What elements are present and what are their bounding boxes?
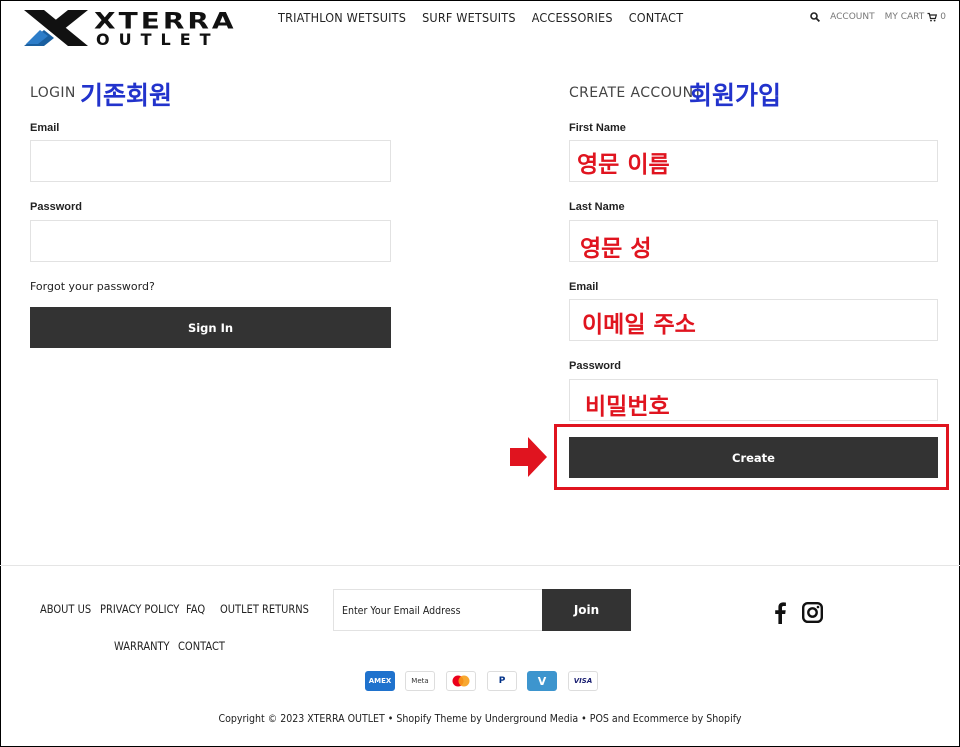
amex-icon: AMEX <box>365 671 395 691</box>
footer-link-outlet-returns[interactable]: OUTLET RETURNS <box>220 602 309 616</box>
login-title: LOGIN <box>30 85 76 101</box>
paypal-icon: P <box>487 671 517 691</box>
footer-link-faq[interactable]: FAQ <box>186 602 205 616</box>
create-account-title: CREATE ACCOUNT <box>569 85 703 101</box>
signup-email-label: Email <box>569 281 599 293</box>
footer-link-contact[interactable]: CONTACT <box>178 639 225 653</box>
nav-surf-wetsuits[interactable]: SURF WETSUITS <box>422 10 516 25</box>
signup-password-annotation: 비밀번호 <box>585 394 670 420</box>
venmo-icon: V <box>527 671 557 691</box>
last-name-label: Last Name <box>569 201 625 213</box>
footer-link-warranty[interactable]: WARRANTY <box>114 639 170 653</box>
nav-triathlon-wetsuits[interactable]: TRIATHLON WETSUITS <box>278 10 406 25</box>
nav-contact[interactable]: CONTACT <box>629 10 684 25</box>
last-name-annotation: 영문 성 <box>580 236 652 262</box>
facebook-icon[interactable] <box>773 602 787 624</box>
first-name-label: First Name <box>569 122 626 134</box>
footer-link-about-us[interactable]: ABOUT US <box>40 602 91 616</box>
create-button[interactable]: Create <box>569 437 938 478</box>
login-email-label: Email <box>30 122 60 134</box>
login-title-annotation: 기존회원 <box>80 81 173 110</box>
copyright-text: Copyright © 2023 XTERRA OUTLET • Shopify… <box>218 712 742 725</box>
cart-icon <box>927 12 938 22</box>
x-logo-icon <box>24 10 88 46</box>
signup-email-annotation: 이메일 주소 <box>582 312 696 338</box>
create-account-title-annotation: 회원가입 <box>689 81 782 110</box>
footer-divider <box>0 565 960 566</box>
visa-icon: VISA <box>568 671 598 691</box>
search-icon[interactable] <box>810 12 821 22</box>
newsletter-placeholder: Enter Your Email Address <box>342 603 461 617</box>
first-name-annotation: 영문 이름 <box>577 152 670 178</box>
red-arrow-icon <box>510 437 547 477</box>
account-link[interactable]: ACCOUNT <box>830 12 874 22</box>
nav-accessories[interactable]: ACCESSORIES <box>532 10 613 25</box>
mastercard-icon <box>446 671 476 691</box>
logo-subtitle: OUTLET <box>96 30 220 49</box>
xterra-outlet-logo[interactable]: XTERRA OUTLET <box>24 8 250 49</box>
amex-label: AMEX <box>368 677 392 685</box>
login-password-label: Password <box>30 201 82 213</box>
footer-link-privacy-policy[interactable]: PRIVACY POLICY <box>100 602 179 616</box>
signup-password-label: Password <box>569 360 621 372</box>
cart-label: MY CART <box>884 12 925 22</box>
cart-count: 0 <box>940 12 946 22</box>
mastercard-circles-icon <box>452 675 470 687</box>
login-email-input[interactable] <box>30 140 391 182</box>
newsletter-join-button[interactable]: Join <box>542 589 631 631</box>
login-password-input[interactable] <box>30 220 391 262</box>
page-frame <box>0 0 960 747</box>
main-nav: TRIATHLON WETSUITS SURF WETSUITS ACCESSO… <box>278 10 683 25</box>
venmo-label: V <box>537 674 547 688</box>
newsletter-email-input[interactable]: Enter Your Email Address <box>333 589 543 631</box>
visa-label: VISA <box>573 677 593 685</box>
my-cart-link[interactable]: MY CART 0 <box>885 12 946 22</box>
sign-in-button[interactable]: Sign In <box>30 307 391 348</box>
meta-pay-icon: Meta <box>405 671 435 691</box>
meta-label: Meta <box>411 677 429 685</box>
forgot-password-link[interactable]: Forgot your password? <box>30 280 155 293</box>
instagram-icon[interactable] <box>802 602 823 623</box>
header-utilities: ACCOUNT MY CART 0 <box>810 12 946 22</box>
